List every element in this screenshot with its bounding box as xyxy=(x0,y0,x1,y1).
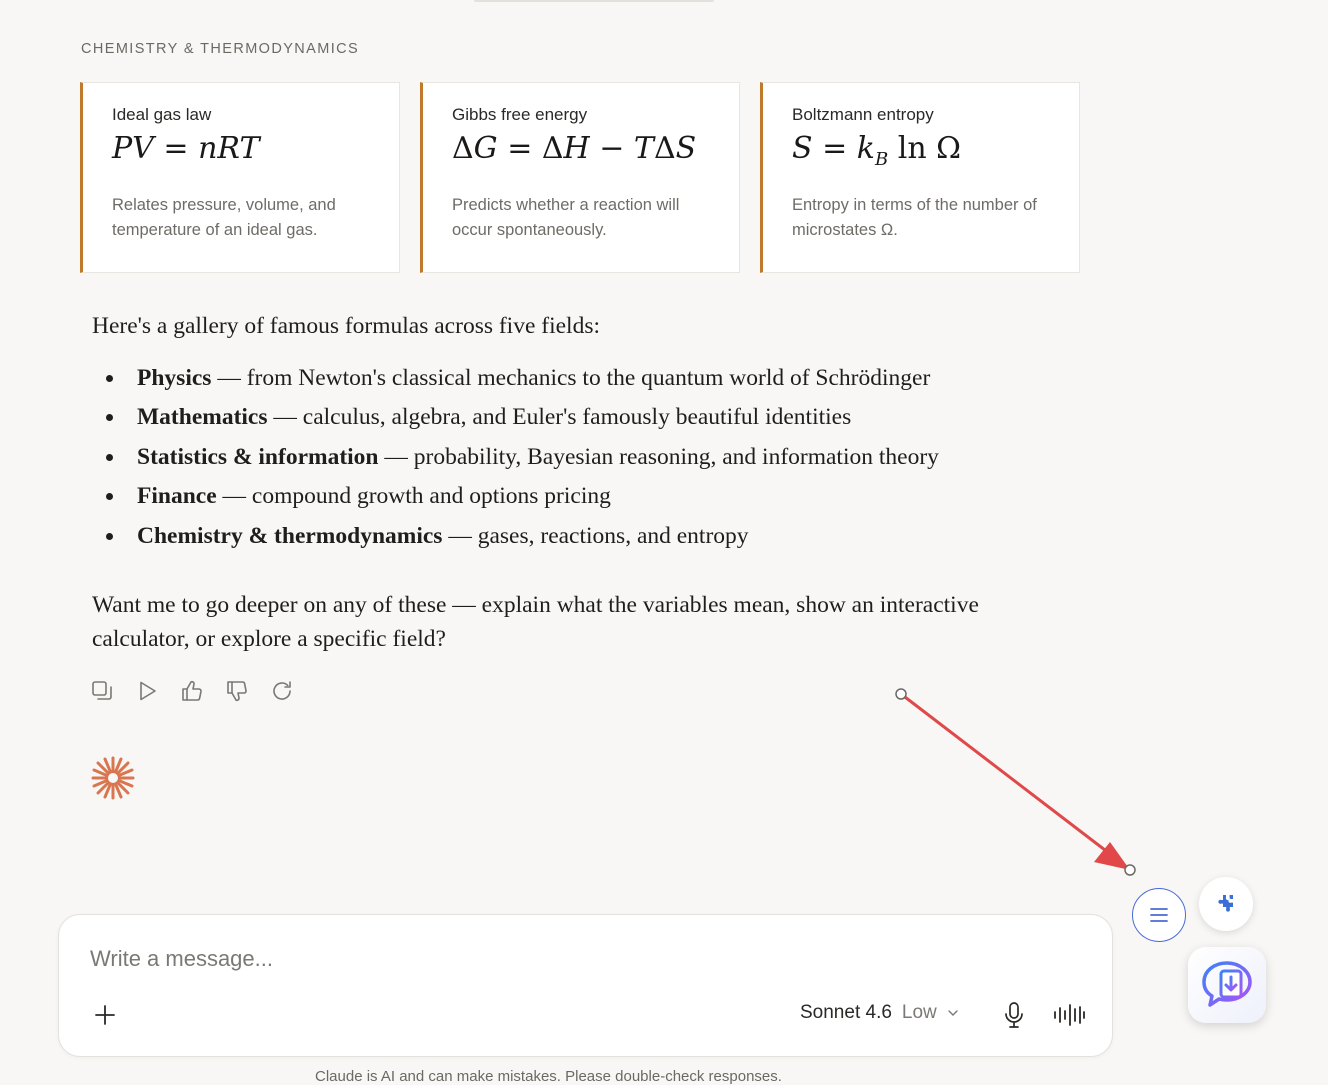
bullet-dot xyxy=(106,532,113,540)
card-title: Ideal gas law xyxy=(112,105,212,124)
formula-cards: Ideal gas law PV = nRT Relates pressure,… xyxy=(80,82,1080,273)
effort-level: Low xyxy=(901,1002,937,1023)
bullet-dot xyxy=(106,453,113,461)
card-formula: S = kB ln Ω xyxy=(792,131,962,170)
list-item-term: Mathematics xyxy=(137,404,268,431)
chevron-down-icon xyxy=(948,1010,958,1016)
list-item-term: Finance xyxy=(137,483,217,510)
copy-button[interactable] xyxy=(90,679,114,703)
list-item: Mathematics — calculus, algebra, and Eul… xyxy=(92,401,939,440)
card-title: Boltzmann entropy xyxy=(792,105,934,124)
model-selector[interactable]: Sonnet 4.6 Low xyxy=(800,1002,959,1024)
list-item-text: — probability, Bayesian reasoning, and i… xyxy=(378,443,939,470)
dictate-button[interactable] xyxy=(1002,1001,1026,1029)
puzzle-piece-icon xyxy=(1218,895,1233,912)
waveform-icon xyxy=(1054,1004,1085,1026)
disclaimer-text: Claude is AI and can make mistakes. Plea… xyxy=(315,1068,782,1085)
list-item: Physics — from Newton's classical mechan… xyxy=(92,362,939,401)
hamburger-menu-icon xyxy=(1150,908,1168,922)
formula-card-ideal-gas: Ideal gas law PV = nRT Relates pressure,… xyxy=(80,82,400,273)
thumbs-down-button[interactable] xyxy=(225,679,249,703)
list-item: Statistics & information — probability, … xyxy=(92,441,939,480)
top-tab-indicator xyxy=(474,0,714,2)
thumbs-down-icon xyxy=(227,681,247,702)
thumbs-up-icon xyxy=(182,680,202,701)
list-item-term: Chemistry & thermodynamics xyxy=(137,522,443,549)
card-formula: ΔG = ΔH − TΔS xyxy=(452,131,697,166)
model-name: Sonnet 4.6 xyxy=(800,1002,892,1023)
play-icon xyxy=(140,681,156,701)
list-item-term: Statistics & information xyxy=(137,443,379,470)
bullet-dot xyxy=(106,375,113,382)
menu-button[interactable] xyxy=(1132,888,1186,942)
chat-export-app-button[interactable] xyxy=(1188,947,1266,1023)
list-item: Chemistry & thermodynamics — gases, reac… xyxy=(92,520,939,559)
add-attachment-button[interactable] xyxy=(93,1003,117,1027)
bullet-dot xyxy=(106,414,113,422)
card-description: Predicts whether a reaction will occur s… xyxy=(452,196,680,239)
list-item-text: — gases, reactions, and entropy xyxy=(442,522,749,549)
retry-icon xyxy=(273,681,291,700)
formula-card-boltzmann: Boltzmann entropy S = kB ln Ω Entropy in… xyxy=(760,82,1080,273)
list-item-term: Physics xyxy=(137,365,212,391)
thumbs-up-button[interactable] xyxy=(180,679,204,703)
list-item-text: — compound growth and options pricing xyxy=(216,483,611,510)
list-item: Finance — compound growth and options pr… xyxy=(92,480,939,519)
extension-button[interactable] xyxy=(1199,877,1253,931)
bullet-dot xyxy=(106,493,113,501)
card-title: Gibbs free energy xyxy=(452,105,588,124)
section-label: CHEMISTRY & THERMODYNAMICS xyxy=(81,41,360,57)
retry-button[interactable] xyxy=(270,679,294,703)
message-composer: Sonnet 4.6 Low xyxy=(58,914,1113,1057)
message-input[interactable] xyxy=(88,945,992,973)
claude-spark-icon xyxy=(91,756,135,800)
voice-mode-button[interactable] xyxy=(1053,1003,1085,1027)
microphone-icon xyxy=(1005,1002,1023,1028)
plus-icon xyxy=(95,1005,115,1025)
closing-text: Want me to go deeper on any of these — e… xyxy=(92,592,979,652)
list-item-text: — from Newton's classical mechanics to t… xyxy=(211,365,931,391)
list-item-text: — calculus, algebra, and Euler's famousl… xyxy=(267,404,852,431)
card-description: Relates pressure, volume, and temperatur… xyxy=(112,196,336,239)
card-description: Entropy in terms of the number of micros… xyxy=(792,196,1037,239)
fields-list: Physics — from Newton's classical mechan… xyxy=(92,362,939,559)
message-actions xyxy=(90,679,294,703)
card-formula: PV = nRT xyxy=(112,131,260,166)
chat-download-icon xyxy=(1202,961,1252,1007)
intro-text: Here's a gallery of famous formulas acro… xyxy=(92,313,601,339)
read-aloud-button[interactable] xyxy=(135,679,159,703)
copy-icon xyxy=(92,681,112,700)
formula-card-gibbs: Gibbs free energy ΔG = ΔH − TΔS Predicts… xyxy=(420,82,740,273)
